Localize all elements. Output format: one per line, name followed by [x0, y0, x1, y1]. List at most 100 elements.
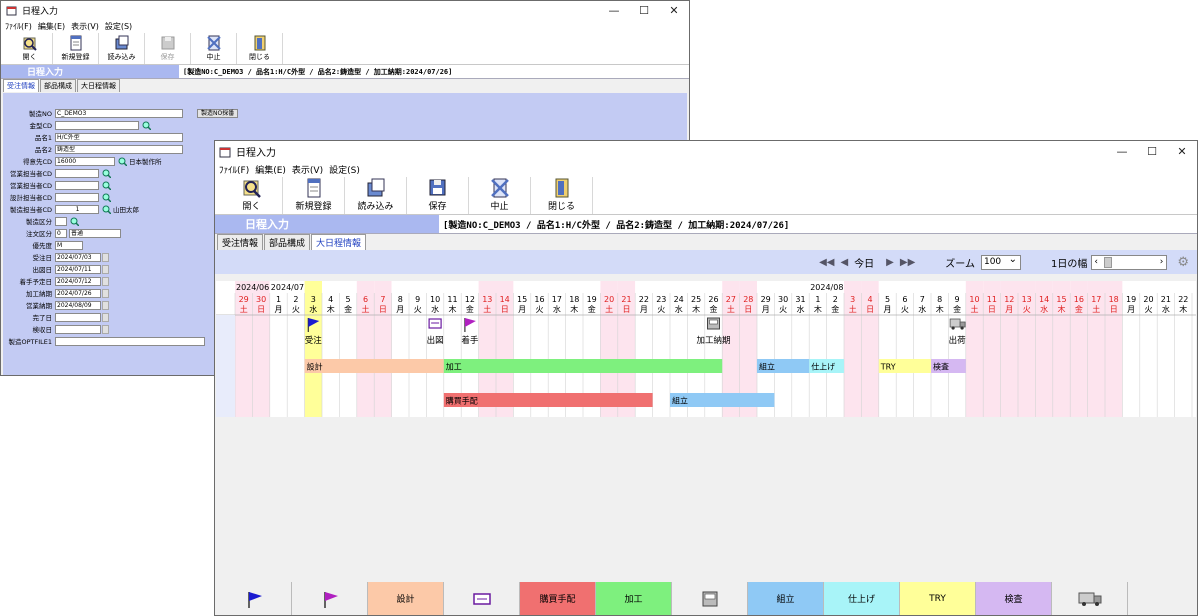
- save-button[interactable]: 保存: [145, 33, 191, 64]
- zoom-select[interactable]: 100: [980, 253, 1021, 270]
- cancel-button[interactable]: 中止: [469, 177, 531, 214]
- search-icon[interactable]: [141, 120, 151, 130]
- kensyu-date-field[interactable]: [55, 324, 101, 334]
- row-hinmei2: 品名2 鋳造型: [3, 144, 183, 154]
- seizo-no-generate-button[interactable]: 製造NO採番: [197, 108, 239, 118]
- open-button[interactable]: 開く: [7, 33, 53, 64]
- close-icon[interactable]: ✕: [659, 4, 689, 17]
- search-icon[interactable]: [101, 204, 111, 214]
- date-picker-button[interactable]: [102, 300, 109, 310]
- menu-settings[interactable]: 設定(S): [329, 163, 360, 176]
- date-picker-button[interactable]: [102, 312, 109, 322]
- slider-left-icon[interactable]: ‹: [1094, 256, 1098, 269]
- new-register-button[interactable]: 新規登録: [53, 33, 99, 64]
- seizo-tanto-field[interactable]: 1: [55, 204, 99, 214]
- search-icon[interactable]: [69, 216, 79, 226]
- slider-right-icon[interactable]: ›: [1160, 256, 1164, 269]
- weekday-label: 月: [275, 305, 283, 314]
- cancel-button[interactable]: 中止: [191, 33, 237, 64]
- weekday-label: 木: [692, 304, 700, 314]
- first-page-icon[interactable]: ◀◀: [819, 257, 834, 268]
- chumon-kubun-field[interactable]: 0: [55, 228, 67, 238]
- today-button[interactable]: 今日: [854, 255, 874, 270]
- tab-order-info[interactable]: 受注情報: [3, 79, 39, 92]
- save-button[interactable]: 保存: [407, 177, 469, 214]
- seizo-tanto-name: 山田太郎: [113, 206, 139, 214]
- tab-schedule[interactable]: 大日程情報: [77, 79, 120, 92]
- front-header-row: 日程入力 [製造NO:C_DEMO3 / 品名1:H/C外型 / 品名2:鋳造型…: [215, 215, 1197, 234]
- minimize-icon[interactable]: —: [1107, 145, 1137, 158]
- search-icon[interactable]: [117, 156, 127, 166]
- last-page-icon[interactable]: ▶▶: [900, 257, 915, 268]
- menu-view[interactable]: 表示(V): [71, 21, 99, 32]
- prev-icon[interactable]: ◀: [840, 257, 848, 268]
- tab-order-info[interactable]: 受注情報: [217, 234, 264, 250]
- weekday-label: 日: [379, 305, 387, 314]
- hinmei1-field[interactable]: H/C外型: [55, 132, 183, 142]
- eigyo-noki-field[interactable]: 2024/08/09: [55, 300, 101, 310]
- tab-schedule[interactable]: 大日程情報: [311, 234, 367, 250]
- close-icon[interactable]: ✕: [1167, 145, 1197, 158]
- search-icon[interactable]: [101, 180, 111, 190]
- load-button[interactable]: 読み込み: [345, 177, 407, 214]
- close-window-button[interactable]: 閉じる: [237, 33, 283, 64]
- row-eigyo-noki: 営業納期 2024/08/09: [3, 300, 109, 310]
- task-bar[interactable]: [443, 359, 723, 373]
- front-title-bar[interactable]: 日程入力 — ☐ ✕: [215, 141, 1197, 162]
- weekday-label: 日: [623, 305, 631, 314]
- eigyo2-field[interactable]: [55, 180, 99, 190]
- day-number: 18: [569, 295, 579, 304]
- row-chakushu: 着手予定日 2024/07/12: [3, 276, 109, 286]
- menu-edit[interactable]: 編集(E): [255, 163, 286, 176]
- search-icon[interactable]: [101, 168, 111, 178]
- menu-view[interactable]: 表示(V): [292, 163, 323, 176]
- shukko-date-field[interactable]: 2024/07/11: [55, 264, 101, 274]
- menu-settings[interactable]: 設定(S): [105, 21, 132, 32]
- close-window-button[interactable]: 閉じる: [531, 177, 593, 214]
- day-number: 20: [604, 295, 614, 304]
- chakushu-date-field[interactable]: 2024/07/12: [55, 276, 101, 286]
- tab-parts[interactable]: 部品構成: [264, 234, 311, 250]
- day-width-slider[interactable]: ‹ ›: [1091, 254, 1168, 270]
- weekday-label: 日: [988, 305, 996, 314]
- sekkei-field[interactable]: [55, 192, 99, 202]
- event-label: 出図: [427, 335, 444, 346]
- next-icon[interactable]: ▶: [886, 257, 894, 268]
- date-picker-button[interactable]: [102, 276, 109, 286]
- seizo-no-field[interactable]: C_DEMO3: [55, 108, 183, 118]
- maximize-icon[interactable]: ☐: [629, 4, 659, 17]
- juchu-date-field[interactable]: 2024/07/03: [55, 252, 101, 262]
- menu-file[interactable]: ﾌｧｲﾙ(F): [5, 21, 32, 32]
- menu-file[interactable]: ﾌｧｲﾙ(F): [219, 163, 249, 176]
- open-icon: [242, 177, 262, 199]
- kako-noki-field[interactable]: 2024/07/26: [55, 288, 101, 298]
- date-picker-button[interactable]: [102, 252, 109, 262]
- open-button[interactable]: 開く: [221, 177, 283, 214]
- chumon-kubun-select[interactable]: 普通: [69, 228, 121, 238]
- tokuisaki-cd-field[interactable]: 16000: [55, 156, 115, 166]
- maximize-icon[interactable]: ☐: [1137, 145, 1167, 158]
- search-icon[interactable]: [101, 192, 111, 202]
- task-bar[interactable]: [304, 359, 444, 373]
- date-picker-button[interactable]: [102, 324, 109, 334]
- menu-edit[interactable]: 編集(E): [38, 21, 65, 32]
- new-register-button[interactable]: 新規登録: [283, 177, 345, 214]
- yusendo-select[interactable]: M: [55, 240, 83, 250]
- kanryo-date-field[interactable]: [55, 312, 101, 322]
- eigyo1-field[interactable]: [55, 168, 99, 178]
- slider-thumb[interactable]: [1104, 256, 1113, 268]
- kanagata-cd-field[interactable]: [55, 120, 139, 130]
- date-picker-button[interactable]: [102, 288, 109, 298]
- settings-gear-icon[interactable]: ⚙: [1177, 255, 1189, 270]
- row-kako-noki: 加工納期 2024/07/26: [3, 288, 109, 298]
- minimize-icon[interactable]: —: [599, 4, 629, 17]
- tab-parts[interactable]: 部品構成: [40, 79, 76, 92]
- back-title-bar[interactable]: 日程入力 — ☐ ✕: [1, 1, 689, 19]
- hinmei2-field[interactable]: 鋳造型: [55, 144, 183, 154]
- optfile-field[interactable]: [55, 336, 205, 346]
- date-picker-button[interactable]: [102, 264, 109, 274]
- seizo-kubun-field[interactable]: [55, 216, 67, 226]
- weekday-label: 火: [292, 305, 300, 314]
- load-button[interactable]: 読み込み: [99, 33, 145, 64]
- zoom-label: ズーム: [945, 258, 975, 270]
